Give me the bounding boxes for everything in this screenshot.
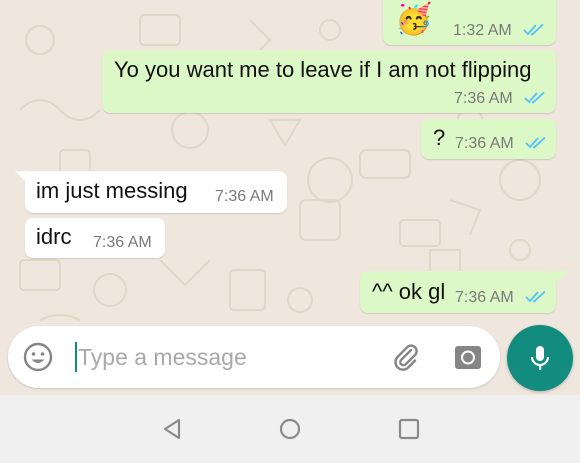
paperclip-icon[interactable] xyxy=(390,341,422,373)
message-input[interactable]: Type a message xyxy=(78,344,247,371)
party-emoji: 🥳 xyxy=(395,3,433,36)
message-outgoing[interactable]: ^^ ok gl 7:36 AM xyxy=(360,271,556,313)
message-text: ? xyxy=(433,125,446,150)
microphone-icon xyxy=(530,346,550,370)
message-text: idrc xyxy=(36,224,72,249)
text-cursor xyxy=(75,342,77,372)
chat-screen: 🥳 1:32 AM Yo you want me to leave if I a… xyxy=(0,0,580,463)
message-incoming[interactable]: im just messing 7:36 AM xyxy=(25,171,287,213)
message-time: 7:36 AM xyxy=(455,289,514,306)
camera-icon[interactable] xyxy=(452,341,484,373)
message-text: ^^ ok gl xyxy=(372,279,446,304)
voice-record-button[interactable] xyxy=(507,325,573,391)
double-check-icon xyxy=(524,91,545,104)
emoji-smiley-icon[interactable] xyxy=(22,341,54,373)
message-time: 7:36 AM xyxy=(215,188,274,205)
message-time: 1:32 AM xyxy=(453,22,512,39)
bubble-tail xyxy=(554,271,568,285)
message-time: 7:36 AM xyxy=(454,90,513,107)
square-recents-icon[interactable] xyxy=(397,417,421,441)
message-incoming[interactable]: idrc 7:36 AM xyxy=(25,218,165,258)
message-time: 7:36 AM xyxy=(455,135,514,152)
double-check-icon xyxy=(525,136,546,149)
message-composer: Type a message xyxy=(8,326,500,388)
message-outgoing[interactable]: Yo you want me to leave if I am not flip… xyxy=(102,50,556,113)
circle-home-icon[interactable] xyxy=(278,417,302,441)
message-text: Yo you want me to leave if I am not flip… xyxy=(114,57,532,82)
message-outgoing[interactable]: 🥳 1:32 AM xyxy=(383,0,556,45)
message-outgoing[interactable]: ? 7:36 AM xyxy=(421,119,556,159)
message-time: 7:36 AM xyxy=(93,234,152,251)
double-check-icon xyxy=(523,23,544,36)
triangle-back-icon[interactable] xyxy=(160,417,184,441)
double-check-icon xyxy=(525,290,546,303)
system-navigation-bar xyxy=(0,395,580,463)
message-text: im just messing xyxy=(36,178,188,203)
